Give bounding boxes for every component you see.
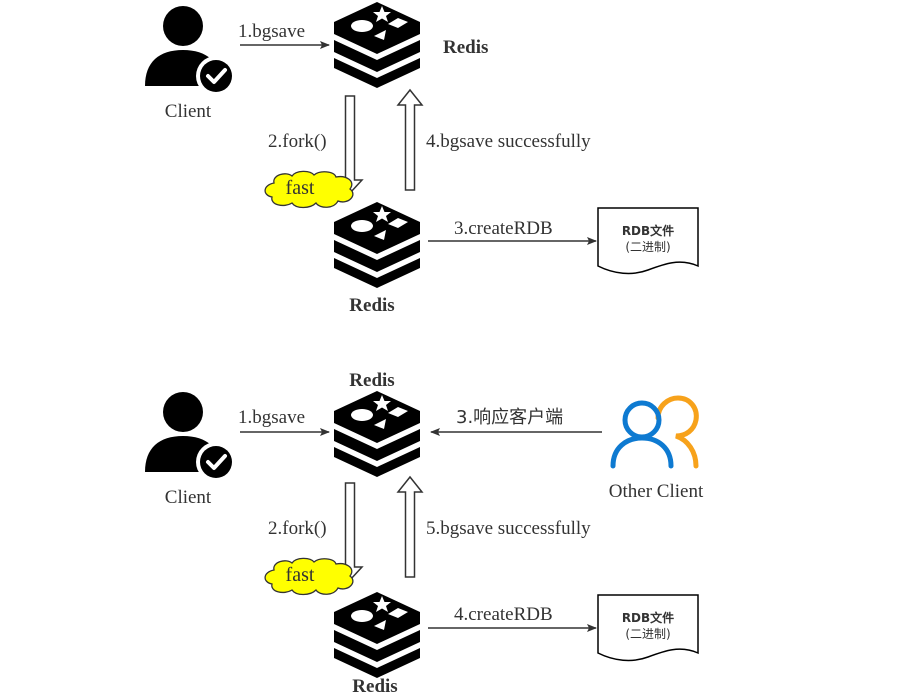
edge-create-rdb-label: 3.createRDB [454, 218, 553, 239]
redis-bgsave-diagram: Client 1.bgsave Redis 2.fork() 4.bgsave … [143, 2, 704, 697]
top-diagram: Client 1.bgsave Redis 2.fork() 4.bgsave … [143, 2, 699, 316]
redis-icon [334, 391, 420, 477]
edge-fork-label: 2.fork() [268, 131, 327, 152]
edge-bgsave-label: 1.bgsave [238, 407, 305, 428]
cloud-label: fast [286, 564, 315, 586]
redis-child-label: Redis [352, 676, 397, 697]
cloud-label: fast [286, 177, 315, 199]
rdb-file-line2: (二进制) [625, 627, 670, 641]
redis-main-label: Redis [349, 370, 394, 391]
success-up-arrow [397, 476, 423, 578]
client-check-icon [143, 390, 238, 484]
redis-child-icon [334, 592, 420, 678]
edge-success-label: 5.bgsave successfully [426, 518, 591, 539]
client-check-icon [143, 4, 238, 98]
edge-create-rdb-label: 4.createRDB [454, 604, 553, 625]
edge-fork-label: 2.fork() [268, 518, 327, 539]
bottom-diagram: Client 1.bgsave Redis 3.响应客户端 Other Clie… [143, 370, 704, 697]
success-up-arrow [397, 89, 423, 191]
redis-icon [334, 2, 420, 88]
rdb-file-line2: (二进制) [625, 240, 670, 254]
other-client-icon [610, 395, 699, 469]
edge-bgsave-label: 1.bgsave [238, 21, 305, 42]
other-client-label: Other Client [609, 481, 704, 502]
rdb-file-line1: RDB文件 [622, 223, 674, 238]
edge-success-label: 4.bgsave successfully [426, 131, 591, 152]
edge-respond-label: 3.响应客户端 [456, 407, 563, 428]
redis-main-label: Redis [443, 37, 488, 58]
redis-child-icon [334, 202, 420, 288]
client-label: Client [165, 101, 212, 122]
rdb-file-line1: RDB文件 [622, 610, 674, 625]
redis-child-label: Redis [349, 295, 394, 316]
client-label: Client [165, 487, 212, 508]
